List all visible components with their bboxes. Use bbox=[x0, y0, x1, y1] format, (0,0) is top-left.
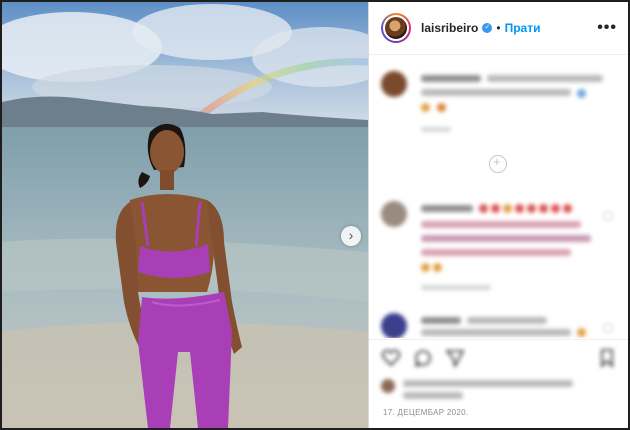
bookmark-icon[interactable] bbox=[597, 348, 617, 368]
comment-avatar bbox=[381, 313, 407, 338]
comments-section bbox=[369, 55, 628, 338]
comment-avatar bbox=[381, 201, 407, 227]
post-sidebar: laisribeiro ✓ • Прати ••• + 17. ДЕЦЕМБАР… bbox=[368, 2, 628, 428]
verified-badge-icon: ✓ bbox=[482, 23, 493, 33]
username-link[interactable]: laisribeiro bbox=[421, 21, 478, 35]
follow-button[interactable]: Прати bbox=[505, 21, 541, 35]
comment-item bbox=[381, 201, 617, 291]
heart-icon[interactable] bbox=[381, 348, 401, 368]
caption-avatar bbox=[381, 71, 407, 97]
separator-dot: • bbox=[496, 21, 501, 35]
load-more-comments-button[interactable] bbox=[489, 154, 507, 173]
post-modal: › laisribeiro ✓ • Прати ••• + 17. ДЕЦЕМБ… bbox=[2, 2, 628, 428]
beach-photo-illustration bbox=[2, 2, 368, 428]
next-photo-button[interactable]: › bbox=[341, 226, 361, 246]
post-photo[interactable]: › bbox=[2, 2, 368, 428]
likes-summary bbox=[381, 376, 617, 406]
comment-icon[interactable] bbox=[413, 348, 433, 368]
post-header: laisribeiro ✓ • Прати ••• bbox=[369, 2, 628, 55]
more-options-icon[interactable]: ••• bbox=[597, 19, 617, 37]
caption bbox=[381, 71, 617, 141]
post-date: 17. ДЕЦЕМБАР 2020. bbox=[383, 408, 469, 417]
action-bar bbox=[369, 339, 628, 376]
comment-item bbox=[381, 313, 617, 338]
avatar[interactable] bbox=[383, 15, 409, 41]
share-icon[interactable] bbox=[445, 348, 465, 369]
story-ring[interactable] bbox=[381, 13, 411, 43]
